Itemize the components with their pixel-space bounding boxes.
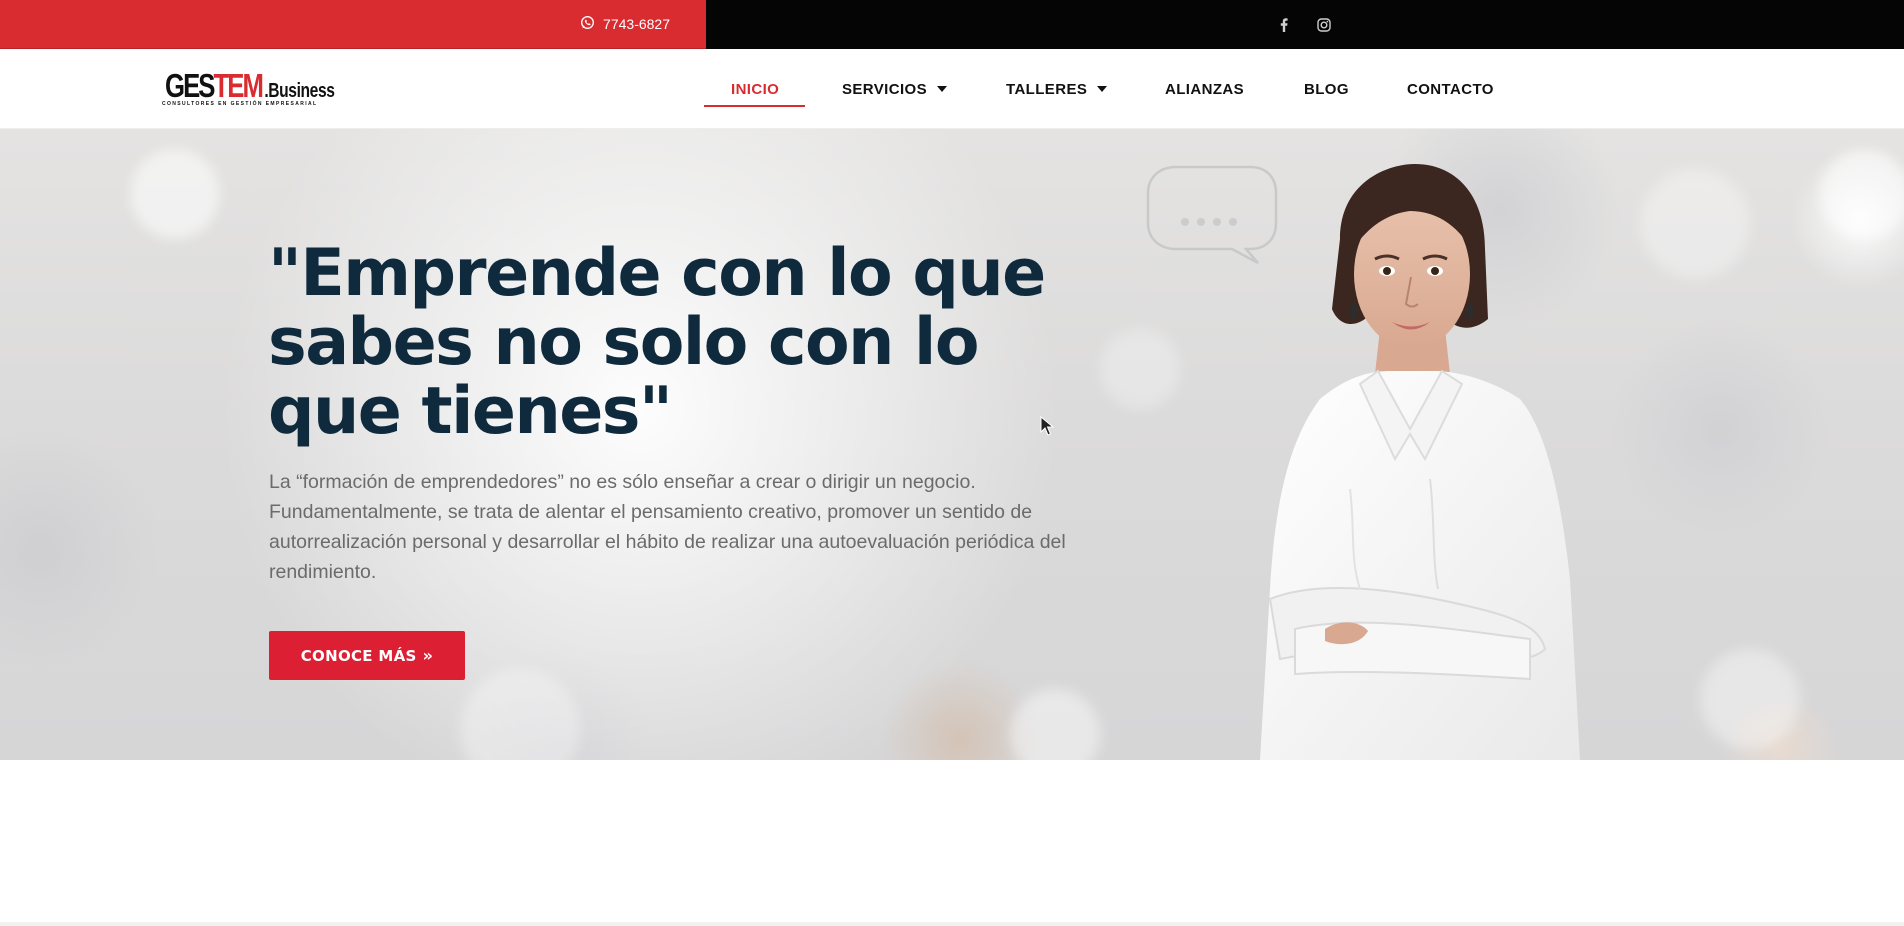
facebook-icon[interactable]: [1272, 0, 1296, 49]
active-nav-indicator: [704, 105, 805, 107]
main-header: GESTEM .Business CONSULTORES EN GESTIÓN E…: [0, 49, 1904, 129]
bokeh-light: [1640, 169, 1750, 279]
phone-number: 7743-6827: [603, 16, 670, 32]
conoce-mas-button[interactable]: CONOCE MÁS »: [269, 631, 465, 680]
nav-item-inicio[interactable]: INICIO: [731, 49, 779, 129]
bokeh-light: [1700, 649, 1800, 749]
social-strip: [706, 0, 1904, 49]
nav-item-servicios[interactable]: SERVICIOS: [842, 49, 948, 129]
instagram-icon[interactable]: [1312, 0, 1336, 49]
top-bar: 7743-6827: [0, 0, 1904, 49]
nav-item-blog[interactable]: BLOG: [1304, 49, 1349, 129]
whatsapp-icon: [580, 15, 595, 33]
hero-woman-image: [1260, 164, 1580, 760]
caret-down-icon: [937, 86, 948, 92]
bokeh-light: [460, 669, 580, 760]
phone-link[interactable]: 7743-6827: [580, 15, 670, 33]
bokeh-light: [1010, 689, 1100, 760]
hero-headline: "Emprende con lo que sabes no solo con l…: [268, 236, 1046, 449]
logo-tagline: CONSULTORES EN GESTIÓN EMPRESARIAL: [162, 101, 318, 107]
hero-description: La “formación de emprendedores” no es só…: [269, 471, 1066, 583]
nav-item-alianzas[interactable]: ALIANZAS: [1165, 49, 1244, 129]
cta-label: CONOCE MÁS: [300, 646, 417, 665]
mouse-cursor-icon: [1040, 416, 1054, 436]
site-logo[interactable]: GESTEM .Business CONSULTORES EN GESTIÓN E…: [162, 69, 335, 111]
section-divider: [0, 922, 1904, 926]
bokeh-light: [130, 149, 220, 239]
contact-strip: 7743-6827: [0, 0, 706, 49]
bokeh-light: [1100, 329, 1180, 409]
nav-item-contacto[interactable]: CONTACTO: [1407, 49, 1494, 129]
double-chevron-right-icon: »: [422, 646, 434, 665]
hero-section: "Emprende con lo que sabes no solo con l…: [0, 129, 1904, 760]
caret-down-icon: [1097, 86, 1108, 92]
nav-item-talleres[interactable]: TALLERES: [1006, 49, 1108, 129]
bokeh-light: [1820, 149, 1904, 239]
